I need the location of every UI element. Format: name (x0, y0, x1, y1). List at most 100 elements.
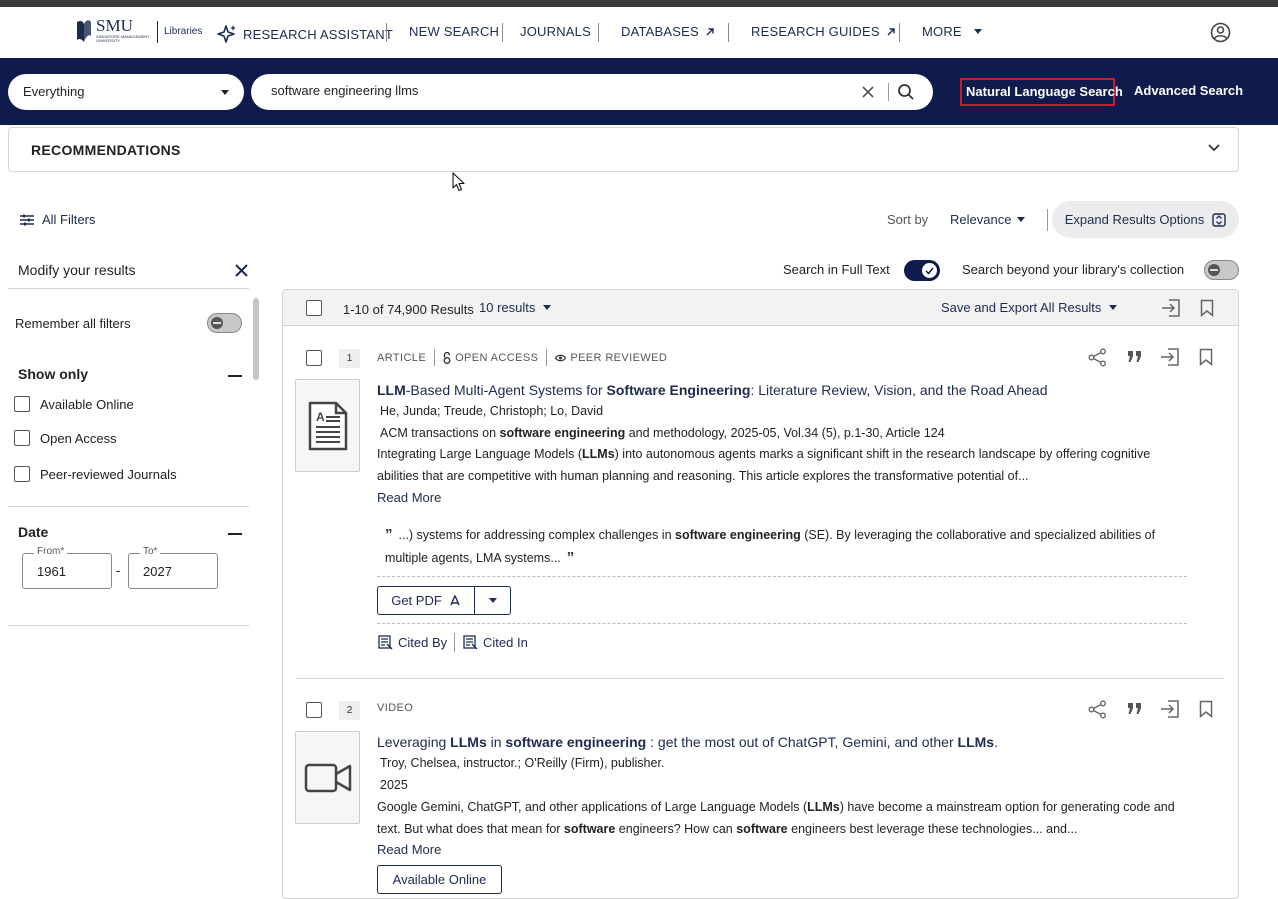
checkbox[interactable] (14, 466, 30, 482)
cited-separator (454, 633, 455, 652)
divider (8, 625, 249, 626)
read-more-link[interactable]: Read More (377, 842, 441, 857)
recommendations-panel[interactable]: RECOMMENDATIONS (8, 127, 1239, 172)
filter-open-access[interactable]: Open Access (14, 430, 117, 446)
advanced-search-link[interactable]: Advanced Search (1134, 83, 1243, 98)
get-pdf-options-button[interactable] (475, 587, 510, 614)
nav-separator (386, 23, 387, 42)
collapse-icon[interactable] (228, 533, 242, 535)
expand-label: Expand Results Options (1064, 212, 1205, 227)
export-icon[interactable] (1161, 299, 1181, 317)
mouse-cursor-icon (452, 172, 465, 192)
highlighted-term: LLM (377, 382, 406, 398)
close-icon[interactable] (234, 263, 249, 278)
nav-separator (899, 23, 900, 42)
bookmark-icon[interactable] (1199, 348, 1213, 366)
available-online-button[interactable]: Available Online (377, 865, 502, 894)
remember-filters-toggle[interactable] (207, 313, 242, 333)
read-more-link[interactable]: Read More (377, 490, 441, 505)
get-pdf-button[interactable]: Get PDF (378, 587, 475, 614)
checkbox[interactable] (14, 430, 30, 446)
natural-language-search-button[interactable]: Natural Language Search (960, 78, 1123, 106)
export-icon[interactable] (1160, 700, 1180, 718)
nav-research-assistant[interactable]: RESEARCH ASSISTANT (217, 24, 393, 44)
bookmark-icon[interactable] (1199, 700, 1213, 718)
nav-separator (728, 23, 729, 42)
nav-new-search[interactable]: NEW SEARCH (409, 24, 499, 39)
date-from-label: From* (34, 546, 68, 557)
save-export-all-button[interactable]: Save and Export All Results (941, 300, 1118, 315)
logo-text: SMU (96, 16, 133, 35)
nav-journals[interactable]: JOURNALS (520, 24, 591, 39)
smu-libraries-logo[interactable]: SMU SINGAPORE MANAGEMENT UNIVERSITY Libr… (74, 16, 202, 48)
results-per-page-select[interactable]: 10 results (479, 300, 552, 315)
filter-available-online[interactable]: Available Online (14, 396, 134, 412)
result-description: Google Gemini, ChatGPT, and other applic… (377, 800, 1175, 836)
all-filters-button[interactable]: All Filters (20, 212, 95, 227)
checkbox[interactable] (14, 396, 30, 412)
search-bar: Everything Natural Language Search Advan… (0, 58, 1278, 125)
highlighted-term: software engineering (505, 734, 647, 750)
logo-divider (157, 21, 158, 43)
select-all-checkbox[interactable] (306, 300, 322, 316)
results-count: 1-10 of 74,900 Results (343, 302, 474, 317)
result-type: ARTICLE (377, 351, 427, 364)
user-account-icon[interactable] (1210, 22, 1231, 43)
open-access-badge: OPEN ACCESS (443, 351, 538, 364)
sort-select[interactable]: Relevance (950, 212, 1026, 227)
article-thumbnail[interactable]: A (295, 379, 360, 472)
caret-down-icon (488, 598, 497, 603)
sort-by-label: Sort by (887, 212, 929, 227)
share-icon[interactable] (1088, 348, 1107, 367)
nav-label: NEW SEARCH (409, 24, 500, 39)
search-scope-select[interactable]: Everything (8, 74, 244, 110)
open-lock-icon (443, 351, 451, 364)
highlighted-term: LLMs (957, 734, 995, 750)
nav-more[interactable]: MORE (922, 24, 982, 39)
expand-results-options-button[interactable]: Expand Results Options (1052, 201, 1239, 238)
nav-databases[interactable]: DATABASES (621, 24, 715, 39)
divider (8, 506, 249, 507)
search-icon[interactable] (897, 83, 915, 101)
filter-peer-reviewed[interactable]: Peer-reviewed Journals (14, 466, 177, 482)
clear-icon[interactable] (860, 84, 876, 100)
results-header: 1-10 of 74,900 Results 10 results Save a… (283, 290, 1238, 326)
result-divider (296, 678, 1224, 679)
result-title[interactable]: Leveraging LLMs in software engineering … (377, 734, 998, 750)
save-export-label: Save and Export All Results (941, 300, 1102, 315)
result-checkbox[interactable] (306, 702, 322, 718)
date-dash: - (116, 563, 121, 578)
result-rank: 2 (339, 701, 360, 720)
date-from-field[interactable]: From* 1961 (22, 546, 112, 589)
bookmark-icon[interactable] (1200, 299, 1214, 317)
citation-icon (378, 635, 393, 650)
sparkle-icon (217, 25, 236, 43)
result-rank: 1 (339, 349, 360, 368)
highlighted-term: software (736, 821, 788, 836)
video-thumbnail[interactable] (295, 731, 360, 824)
collapse-icon[interactable] (228, 375, 242, 377)
video-camera-icon (304, 763, 351, 792)
highlighted-term: LLMs (582, 447, 615, 461)
beyond-collection-toggle[interactable] (1204, 260, 1239, 280)
full-text-toggle[interactable] (904, 260, 940, 281)
result-title[interactable]: LLM-Based Multi-Agent Systems for Softwa… (377, 382, 1048, 398)
chevron-down-icon (1208, 144, 1220, 152)
dotted-divider (377, 576, 1187, 577)
share-icon[interactable] (1088, 700, 1107, 719)
search-input[interactable] (271, 83, 831, 98)
beyond-collection-label: Search beyond your library's collection (962, 262, 1185, 277)
result-source: 2025 (380, 778, 408, 792)
nav-research-guides[interactable]: RESEARCH GUIDES (751, 24, 896, 39)
cited-by-link[interactable]: Cited By (378, 635, 447, 650)
caret-down-icon (1017, 217, 1026, 222)
result-checkbox[interactable] (306, 350, 322, 366)
cite-icon[interactable] (1127, 702, 1143, 716)
date-to-field[interactable]: To* 2027 (128, 546, 218, 589)
cited-in-link[interactable]: Cited In (463, 635, 528, 650)
export-icon[interactable] (1160, 348, 1180, 366)
result-snippet: ”...) systems for addressing complex cha… (385, 524, 1190, 569)
cite-icon[interactable] (1127, 350, 1143, 364)
filters-scrollbar[interactable] (253, 298, 259, 380)
date-from-value: 1961 (37, 564, 66, 579)
